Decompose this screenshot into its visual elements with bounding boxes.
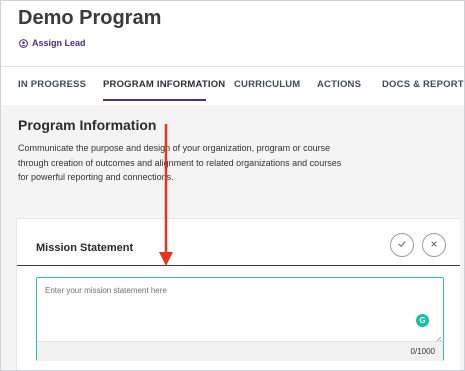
program-header: Demo Program Assign Lead (1, 1, 464, 66)
tab-docs-reports[interactable]: DOCS & REPORTS (382, 79, 464, 90)
check-icon (397, 236, 407, 254)
tab-actions[interactable]: ACTIONS (317, 79, 361, 90)
active-tab-indicator (103, 99, 206, 101)
section-title: Program Information (18, 117, 157, 133)
cancel-button[interactable] (422, 233, 446, 257)
mission-statement-input[interactable] (37, 278, 443, 340)
assign-lead-link[interactable]: Assign Lead (19, 38, 86, 48)
grammarly-icon[interactable]: G (416, 314, 429, 327)
tab-in-progress[interactable]: IN PROGRESS (18, 79, 86, 90)
mission-statement-card: Mission Statement G (16, 218, 460, 370)
resize-handle-icon[interactable] (434, 330, 442, 344)
confirm-button[interactable] (390, 233, 414, 257)
tab-curriculum[interactable]: CURRICULUM (234, 79, 300, 90)
program-tabs: IN PROGRESS PROGRAM INFORMATION CURRICUL… (1, 66, 464, 106)
card-divider (17, 265, 460, 266)
app-window: Demo Program Assign Lead IN PROGRESS PRO… (0, 0, 465, 371)
user-circle-icon (19, 38, 28, 48)
character-counter-bar: 0/1000 (37, 341, 443, 361)
section-description: Communicate the purpose and design of yo… (18, 143, 342, 182)
main-content: Program Information Communicate the purp… (1, 105, 464, 370)
assign-lead-label: Assign Lead (32, 38, 86, 48)
tab-program-information[interactable]: PROGRAM INFORMATION (103, 79, 225, 90)
page-title: Demo Program (18, 7, 162, 29)
character-counter: 0/1000 (410, 347, 435, 356)
mission-statement-field: G 0/1000 (36, 277, 444, 361)
close-icon (429, 236, 439, 254)
card-title: Mission Statement (36, 242, 134, 254)
